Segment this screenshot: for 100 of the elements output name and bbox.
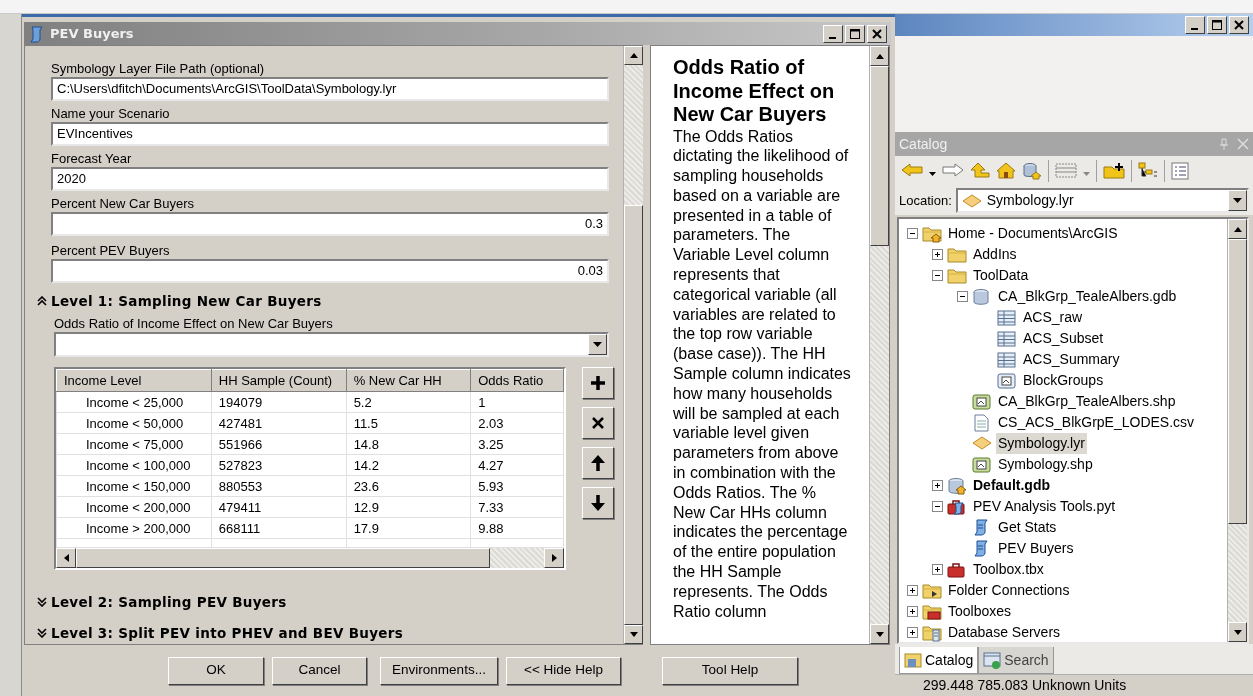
field-label: Name your Scenario — [51, 105, 171, 122]
arrow-up-icon[interactable] — [589, 454, 607, 473]
scrollbar-thumb[interactable] — [624, 205, 643, 625]
dialog-button[interactable]: << Hide Help — [506, 656, 621, 685]
table-cell: 1 — [470, 391, 564, 413]
expand-icon[interactable] — [907, 606, 918, 617]
tree-item[interactable]: ACS_raw — [1021, 307, 1085, 328]
tab[interactable]: Catalog — [899, 647, 979, 674]
help-button[interactable]: Tool Help — [662, 656, 798, 685]
expand-icon[interactable] — [37, 597, 47, 608]
tree-item[interactable]: CA_BlkGrp_TealeAlbers.shp — [996, 391, 1178, 412]
scrollbar[interactable] — [1227, 219, 1247, 642]
table-cell: 2.03 — [470, 412, 564, 434]
tree-item[interactable]: BlockGroups — [1021, 370, 1106, 391]
dialog-button[interactable]: OK — [168, 656, 264, 685]
tree-item[interactable]: Default.gdb — [971, 475, 1052, 496]
caret-icon[interactable] — [629, 632, 638, 637]
up-arrow-icon[interactable] — [970, 162, 990, 180]
tree-item[interactable]: ACS_Summary — [1021, 349, 1122, 370]
input-field[interactable]: 2020 — [51, 167, 609, 191]
table-cell: 668111 — [211, 517, 347, 539]
collapse-icon[interactable] — [907, 228, 918, 239]
column-header[interactable]: HH Sample (Count) — [211, 369, 347, 392]
scrollbar[interactable] — [56, 548, 564, 569]
expand-icon[interactable] — [932, 564, 943, 575]
move-down-button[interactable] — [582, 487, 614, 520]
document-icon — [972, 413, 992, 432]
dialog-button[interactable]: Cancel — [272, 656, 367, 685]
collapse-icon[interactable] — [932, 501, 943, 512]
collapse-icon[interactable] — [932, 270, 943, 281]
expand-icon[interactable] — [907, 627, 918, 638]
tree-item[interactable]: Toolboxes — [946, 601, 1014, 622]
tree-item[interactable]: AddIns — [971, 244, 1019, 265]
section-heading[interactable]: Level 2: Sampling PEV Buyers — [51, 592, 287, 613]
table-cell: Income < 25,000 — [56, 391, 212, 413]
home-icon[interactable] — [996, 162, 1016, 180]
collapse-icon[interactable] — [37, 296, 47, 307]
caret-icon[interactable] — [629, 53, 638, 58]
plus-icon[interactable] — [589, 374, 607, 393]
tree-item[interactable]: Folder Connections — [946, 580, 1072, 601]
shapefile-icon — [972, 455, 992, 474]
tree-item[interactable]: Toolbox.tbx — [971, 559, 1046, 580]
caret-icon[interactable] — [1233, 226, 1242, 232]
expand-icon[interactable] — [37, 627, 47, 638]
input-field[interactable]: 0.3 — [51, 212, 609, 236]
new-folder-icon[interactable] — [1103, 162, 1125, 180]
caret-icon[interactable] — [593, 342, 602, 348]
scrollbar[interactable] — [869, 46, 889, 644]
expand-icon[interactable] — [932, 480, 943, 491]
tree-item[interactable]: CS_ACS_BlkGrpE_LODES.csv — [996, 412, 1197, 433]
database-home-icon[interactable] — [1022, 162, 1042, 180]
caret-icon[interactable] — [551, 554, 557, 563]
caret-icon[interactable] — [1233, 198, 1242, 203]
move-up-button[interactable] — [582, 447, 614, 480]
tree-item[interactable]: ACS_Subset — [1021, 328, 1106, 349]
catalog-icon — [904, 651, 922, 669]
input-field[interactable]: C:\Users\dfitch\Documents\ArcGIS\ToolData\Symbology.lyr — [51, 77, 609, 101]
collapse-icon[interactable] — [957, 291, 968, 302]
scrollbar-thumb[interactable] — [870, 66, 889, 246]
expand-icon[interactable] — [907, 585, 918, 596]
scrollbar-thumb[interactable] — [1228, 239, 1247, 524]
dialog-button[interactable]: Environments... — [380, 656, 498, 685]
caret-icon[interactable] — [875, 53, 884, 59]
section-heading[interactable]: Level 3: Split PEV into PHEV and BEV Buyers — [51, 622, 403, 643]
diamond-icon — [961, 192, 982, 209]
tree-item[interactable]: Home - Documents\ArcGIS — [946, 223, 1120, 244]
table-cell: 11.5 — [346, 412, 471, 434]
tree-item[interactable]: Database Servers — [946, 622, 1063, 642]
help-text: The Odds Ratios dictating the likelihood of sampling households based on a variable are presented in a table of parameters. The Variable Level column represents that categorical variable (all variables are related to the top row variable (base case)). The HH Sample column indicates how many households will be sampled at each variable level given parameters from above in combination with the Odds Ratios. The % New Car HHs column indicates the percentage of the entire population the HH Sample represents. The Odds Ratio column — [673, 126, 851, 622]
column-header[interactable]: Income Level — [56, 369, 212, 392]
add-button[interactable] — [582, 367, 614, 400]
column-header[interactable]: Odds Ratio — [470, 369, 564, 392]
expand-icon[interactable] — [932, 249, 943, 260]
arrow-down-icon[interactable] — [589, 494, 607, 513]
tree-item[interactable]: CA_BlkGrp_TealeAlbers.gdb — [996, 286, 1179, 307]
folder-icon — [947, 245, 967, 264]
location-combo[interactable]: Symbology.lyr — [955, 188, 1249, 213]
tree-item[interactable]: PEV Buyers — [996, 538, 1076, 559]
dropdown[interactable] — [54, 332, 609, 358]
tree-item[interactable]: Get Stats — [996, 517, 1059, 538]
tab[interactable]: Search — [978, 647, 1054, 674]
caret-icon[interactable] — [1233, 629, 1242, 635]
scrollbar-thumb[interactable] — [76, 548, 490, 569]
input-field[interactable]: EVIncentives — [51, 122, 609, 146]
tree-item[interactable]: Symbology.shp — [996, 454, 1095, 475]
table-cell: 527823 — [211, 454, 347, 476]
table-cell: Income < 150,000 — [56, 475, 212, 497]
tree-view-icon[interactable] — [1138, 162, 1158, 180]
tree-item[interactable]: PEV Analysis Tools.pyt — [971, 496, 1118, 517]
delete-button[interactable] — [582, 407, 614, 440]
tree-item[interactable]: ToolData — [971, 265, 1031, 286]
column-header[interactable]: % New Car HH — [346, 369, 471, 392]
scrollbar[interactable] — [623, 46, 643, 644]
forward-arrow-icon[interactable] — [942, 162, 964, 180]
section-heading[interactable]: Level 1: Sampling New Car Buyers — [51, 291, 322, 312]
tree-item[interactable]: Symbology.lyr — [996, 433, 1087, 454]
caret-icon[interactable] — [63, 554, 69, 563]
back-arrow-icon[interactable] — [901, 162, 923, 180]
caret-icon[interactable] — [875, 631, 884, 637]
input-field[interactable]: 0.03 — [51, 259, 609, 283]
